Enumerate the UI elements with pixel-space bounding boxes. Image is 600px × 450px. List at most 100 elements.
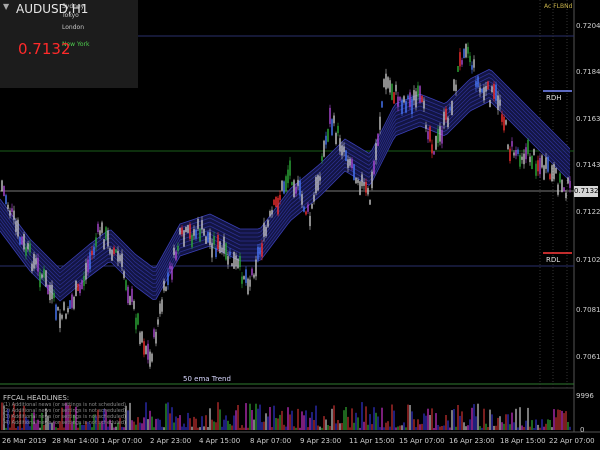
candle-body	[79, 284, 81, 294]
candle-body	[73, 296, 75, 309]
candle-body	[147, 343, 149, 360]
candle-body	[205, 236, 207, 244]
candle-body	[57, 306, 59, 311]
volume-bar	[311, 412, 313, 430]
volume-bar	[513, 422, 515, 430]
volume-bar	[63, 427, 65, 430]
candle-body	[265, 226, 267, 237]
candle-body	[81, 280, 83, 289]
volume-bar	[351, 408, 353, 430]
candle-body	[241, 276, 243, 284]
volume-bar	[339, 423, 341, 430]
candle-body	[329, 107, 331, 124]
candle-body	[497, 95, 499, 110]
volume-bar	[395, 427, 397, 430]
current-price: 0.7132	[18, 40, 71, 58]
candle-body	[109, 248, 111, 254]
candle-body	[467, 46, 469, 54]
volume-bar	[151, 416, 153, 430]
candle-body	[507, 144, 509, 150]
candle-body	[281, 180, 283, 191]
candle-body	[243, 276, 245, 280]
candle-body	[99, 230, 101, 236]
candle-body	[7, 204, 9, 209]
candle-body	[45, 270, 47, 287]
price-tick: 0.71635	[576, 115, 600, 123]
candle-body	[515, 150, 517, 156]
volume-bar	[413, 419, 415, 430]
volume-bar	[221, 426, 223, 430]
candle-body	[561, 179, 563, 192]
candle-body	[483, 87, 485, 101]
candle-body	[563, 187, 565, 192]
candle-body	[283, 181, 285, 194]
volume-bar	[473, 404, 475, 430]
volume-bar	[289, 414, 291, 430]
candle-body	[533, 149, 535, 156]
candle-body	[447, 117, 449, 128]
candle-body	[415, 91, 417, 108]
volume-bar	[153, 427, 155, 430]
volume-bar	[331, 408, 333, 430]
volume-bar	[569, 426, 571, 430]
candle-body	[315, 177, 317, 194]
candle-body	[191, 234, 193, 248]
volume-bar	[463, 422, 465, 430]
volume-bar	[141, 423, 143, 430]
candle-body	[439, 126, 441, 142]
volume-bar	[409, 405, 411, 430]
candle-body	[231, 263, 233, 267]
volume-bar	[427, 408, 429, 430]
candle-body	[47, 285, 49, 295]
candle-body	[521, 156, 523, 160]
volume-bar	[259, 404, 261, 430]
volume-bar	[561, 410, 563, 430]
candle-body	[311, 203, 313, 209]
price-tick: 0.71430	[576, 161, 600, 169]
volume-bar	[231, 425, 233, 430]
volume-bar	[515, 408, 517, 430]
volume-bar	[373, 407, 375, 430]
candle-body	[405, 101, 407, 113]
candle-body	[501, 114, 503, 122]
candle-body	[195, 229, 197, 239]
candle-body	[539, 157, 541, 174]
volume-bar	[251, 410, 253, 430]
volume-bar	[477, 403, 479, 430]
candle-body	[355, 177, 357, 184]
candle-body	[53, 292, 55, 299]
candle-body	[103, 239, 105, 250]
volume-bar	[241, 425, 243, 430]
volume-bar	[281, 410, 283, 430]
candle-body	[429, 126, 431, 142]
volume-bar	[189, 418, 191, 430]
candle-body	[457, 66, 459, 72]
dropdown-triangle-icon[interactable]: ▼	[3, 2, 9, 11]
candle-body	[201, 220, 203, 230]
symbol-info-panel: ▼ AUDUSD,H1 Sydney Tokyo London New York…	[0, 0, 138, 88]
candle-body	[479, 87, 481, 93]
candle-body	[161, 299, 163, 312]
candle-body	[363, 182, 365, 186]
volume-bar	[453, 409, 455, 430]
volume-bar	[133, 421, 135, 430]
candle-body	[327, 129, 329, 142]
candle-body	[307, 204, 309, 212]
candle-body	[117, 250, 119, 262]
volume-bar	[131, 420, 133, 430]
news-line: (4) Additional news (or settings is not …	[3, 420, 126, 426]
volume-bar	[363, 421, 365, 430]
candle-body	[123, 271, 125, 279]
candle-body	[211, 243, 213, 258]
volume-bar	[227, 420, 229, 430]
volume-bar	[551, 427, 553, 430]
volume-bar	[503, 423, 505, 430]
candle-body	[347, 159, 349, 168]
volume-bar	[383, 427, 385, 430]
volume-bar	[215, 422, 217, 430]
volume-bar	[435, 413, 437, 430]
volume-bar	[349, 427, 351, 430]
volume-bar	[365, 406, 367, 430]
candle-body	[399, 96, 401, 101]
candle-body	[233, 251, 235, 269]
